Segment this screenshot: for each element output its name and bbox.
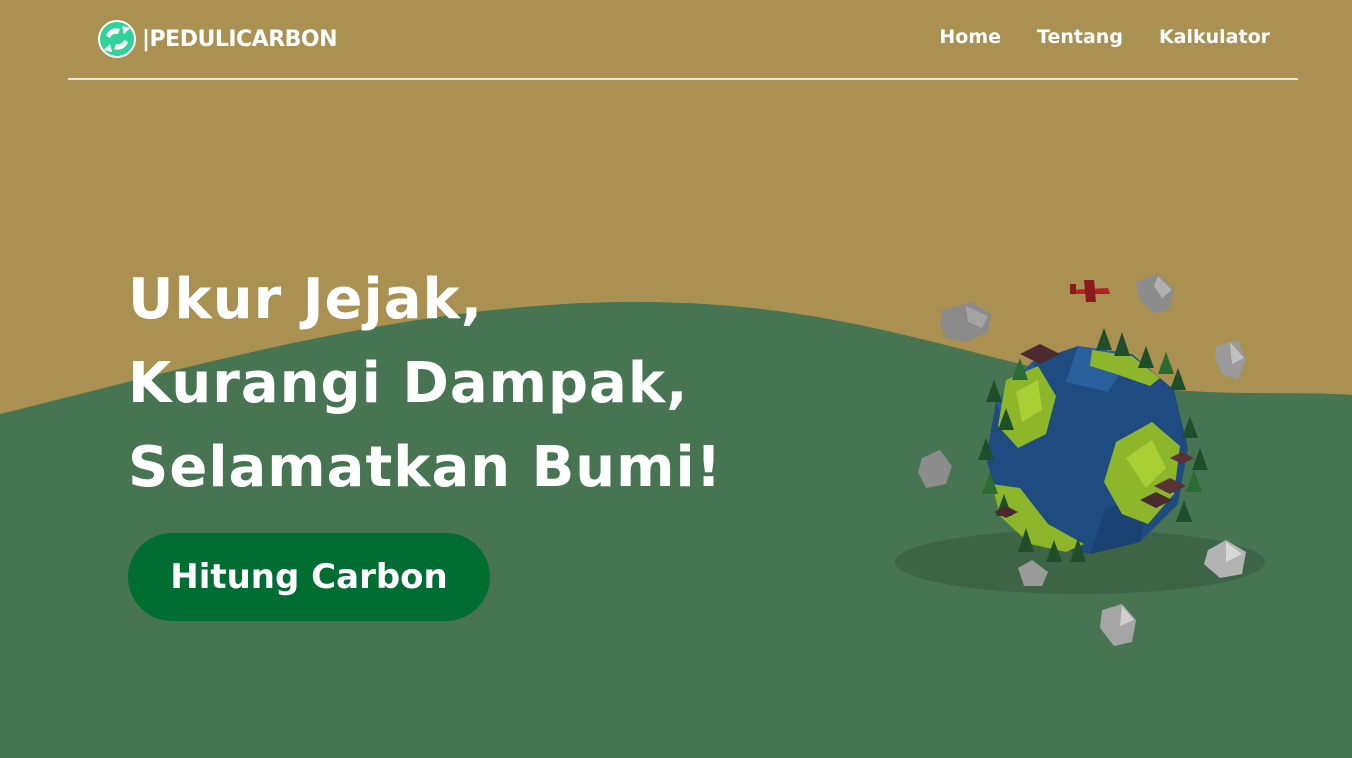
brand[interactable]: |PEDULICARBON: [96, 18, 338, 60]
headline-line-2: Kurangi Dampak,: [128, 351, 689, 416]
nav-home[interactable]: Home: [939, 26, 1001, 48]
hero-headline: Ukur Jejak, Kurangi Dampak, Selamatkan B…: [128, 258, 722, 510]
airplane-icon: [1070, 280, 1110, 302]
rock-icon: [1100, 604, 1136, 646]
nav-tentang[interactable]: Tentang: [1037, 26, 1123, 48]
headline-line-3: Selamatkan Bumi!: [128, 435, 723, 500]
hitung-carbon-button[interactable]: Hitung Carbon: [128, 533, 490, 621]
rock-icon: [1136, 274, 1174, 314]
nav-kalkulator[interactable]: Kalkulator: [1159, 26, 1270, 48]
top-navbar: |PEDULICARBON Home Tentang Kalkulator: [68, 0, 1298, 80]
main-nav: Home Tentang Kalkulator: [939, 26, 1270, 48]
recycle-earth-icon: [98, 20, 136, 58]
brand-name: |PEDULICARBON: [142, 26, 338, 52]
rock-icon: [918, 450, 952, 488]
headline-line-1: Ukur Jejak,: [128, 267, 484, 332]
low-poly-earth-illustration: [895, 274, 1265, 646]
